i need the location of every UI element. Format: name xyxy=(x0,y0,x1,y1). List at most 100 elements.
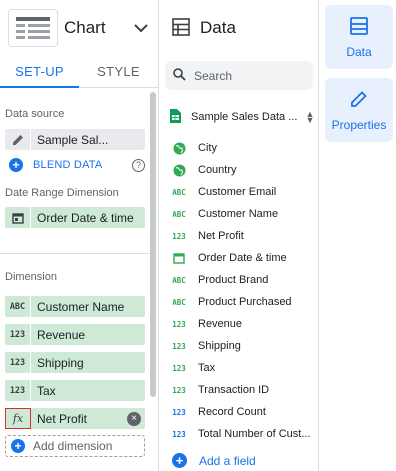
dimension-chip[interactable]: fx Net Profit × xyxy=(5,408,145,429)
dimension-chip[interactable]: 123 Tax xyxy=(5,380,145,401)
field-item[interactable]: 123 Tax xyxy=(160,357,318,379)
field-item[interactable]: City xyxy=(160,137,318,159)
number-type-icon: 123 xyxy=(5,324,31,345)
field-name: Transaction ID xyxy=(198,384,270,396)
field-item[interactable]: Order Date & time xyxy=(160,247,318,269)
field-name: Customer Name xyxy=(198,208,279,220)
field-name: Product Brand xyxy=(198,274,269,286)
field-item[interactable]: ABC Product Brand xyxy=(160,269,318,291)
field-item[interactable]: ABC Customer Email xyxy=(160,181,318,203)
database-icon xyxy=(349,16,369,39)
dimension-label-text: Net Profit xyxy=(37,411,88,426)
field-name: Total Number of Cust... xyxy=(198,428,311,440)
field-search[interactable] xyxy=(165,61,313,90)
dimension-chip[interactable]: 123 Shipping xyxy=(5,352,145,373)
dimension-label-text: Shipping xyxy=(37,355,84,370)
chart-type-header[interactable]: Chart xyxy=(0,0,158,56)
pencil-icon[interactable] xyxy=(5,129,31,150)
field-item[interactable]: 123 Shipping xyxy=(160,335,318,357)
tab-style[interactable]: STYLE xyxy=(79,56,158,87)
side-nav: Data Properties xyxy=(320,0,396,471)
field-item[interactable]: 123 Revenue xyxy=(160,313,318,335)
number-type-icon: 123 xyxy=(172,407,186,417)
add-dimension-button[interactable]: + Add dimension xyxy=(5,435,145,457)
data-source-name: Sample Sales Data ... xyxy=(191,111,298,123)
field-item[interactable]: ABC Product Purchased xyxy=(160,291,318,313)
dimension-chip[interactable]: ABC Customer Name xyxy=(5,296,145,317)
number-type-icon: 123 xyxy=(172,341,186,351)
data-panel-icon xyxy=(172,17,190,39)
globe-icon xyxy=(172,163,186,177)
field-list: City Country ABC Customer Email ABC Cust… xyxy=(160,137,318,445)
pencil-icon xyxy=(349,89,369,112)
field-name: City xyxy=(198,142,217,154)
add-dimension-label: Add dimension xyxy=(33,439,113,453)
chart-type-title: Chart xyxy=(64,18,106,37)
remove-icon[interactable]: × xyxy=(127,411,141,426)
dimension-chip[interactable]: 123 Revenue xyxy=(5,324,145,345)
setup-scroll-area: Data source Sample Sal... + BLEND DATA ?… xyxy=(0,89,158,471)
field-name: Country xyxy=(198,164,237,176)
dimension-label-text: Revenue xyxy=(37,327,86,342)
number-type-icon: 123 xyxy=(172,319,186,329)
field-item[interactable]: 123 Total Number of Cust... xyxy=(160,423,318,445)
plus-icon: + xyxy=(9,158,23,172)
number-type-icon: 123 xyxy=(5,380,31,401)
search-input[interactable] xyxy=(194,68,304,83)
field-item[interactable]: 123 Record Count xyxy=(160,401,318,423)
data-source-label: Data source xyxy=(5,108,65,120)
properties-nav-label: Properties xyxy=(331,117,387,132)
add-field-button[interactable]: + Add a field xyxy=(172,453,256,468)
field-item[interactable]: ABC Customer Name xyxy=(160,203,318,225)
field-name: Shipping xyxy=(198,340,241,352)
calendar-icon xyxy=(5,207,31,228)
setup-panel: Chart SET-UP STYLE Data source Sample Sa… xyxy=(0,0,159,471)
dimension-label: Dimension xyxy=(5,271,57,283)
sort-icon[interactable]: ▲ ▼ xyxy=(305,110,315,125)
field-name: Product Purchased xyxy=(198,296,292,308)
number-type-icon: 123 xyxy=(172,363,186,373)
section-divider xyxy=(0,253,150,254)
field-name: Record Count xyxy=(198,406,266,418)
number-type-icon: 123 xyxy=(5,352,31,373)
plus-icon: + xyxy=(172,453,187,468)
field-item[interactable]: 123 Transaction ID xyxy=(160,379,318,401)
date-range-label: Date Range Dimension xyxy=(5,187,119,199)
data-source-selector[interactable]: Sample Sales Data ... ▲ ▼ xyxy=(170,106,315,128)
setup-style-tabs: SET-UP STYLE xyxy=(0,56,158,88)
data-nav-button[interactable]: Data xyxy=(325,5,393,69)
field-item[interactable]: 123 Net Profit xyxy=(160,225,318,247)
data-panel-title: Data xyxy=(200,18,236,37)
number-type-icon: 123 xyxy=(172,385,186,395)
field-name: Customer Email xyxy=(198,186,277,198)
data-panel: Data Sample Sales Data ... ▲▼ City Count… xyxy=(160,0,319,471)
plus-icon: + xyxy=(11,439,25,453)
data-panel-header: Data xyxy=(160,0,318,56)
number-type-icon: 123 xyxy=(172,429,186,439)
text-type-icon: ABC xyxy=(172,209,186,219)
field-name: Revenue xyxy=(198,318,243,330)
vertical-scrollbar[interactable] xyxy=(150,92,156,397)
search-icon xyxy=(173,67,186,84)
add-field-label: Add a field xyxy=(199,453,256,468)
text-type-icon: ABC xyxy=(172,297,186,307)
field-item[interactable]: Country xyxy=(160,159,318,181)
date-range-chip[interactable]: Order Date & time xyxy=(5,207,145,228)
field-name: Order Date & time xyxy=(198,252,287,264)
number-type-icon: 123 xyxy=(172,231,186,241)
dimension-label-text: Customer Name xyxy=(37,299,125,314)
properties-nav-button[interactable]: Properties xyxy=(325,78,393,142)
help-icon[interactable]: ? xyxy=(132,158,145,172)
calendar-icon xyxy=(172,251,186,265)
table-chart-icon[interactable] xyxy=(8,9,58,47)
data-source-name: Sample Sal... xyxy=(37,132,109,147)
data-source-chip[interactable]: Sample Sal... xyxy=(5,129,145,150)
calculated-field-icon[interactable]: fx xyxy=(5,408,31,429)
blend-data-button[interactable]: + BLEND DATA ? xyxy=(9,158,145,172)
date-range-value: Order Date & time xyxy=(37,210,134,225)
data-nav-label: Data xyxy=(346,44,372,59)
text-type-icon: ABC xyxy=(172,187,186,197)
dimension-label-text: Tax xyxy=(37,383,56,398)
tab-setup[interactable]: SET-UP xyxy=(0,56,79,87)
chevron-down-icon[interactable] xyxy=(130,17,152,39)
